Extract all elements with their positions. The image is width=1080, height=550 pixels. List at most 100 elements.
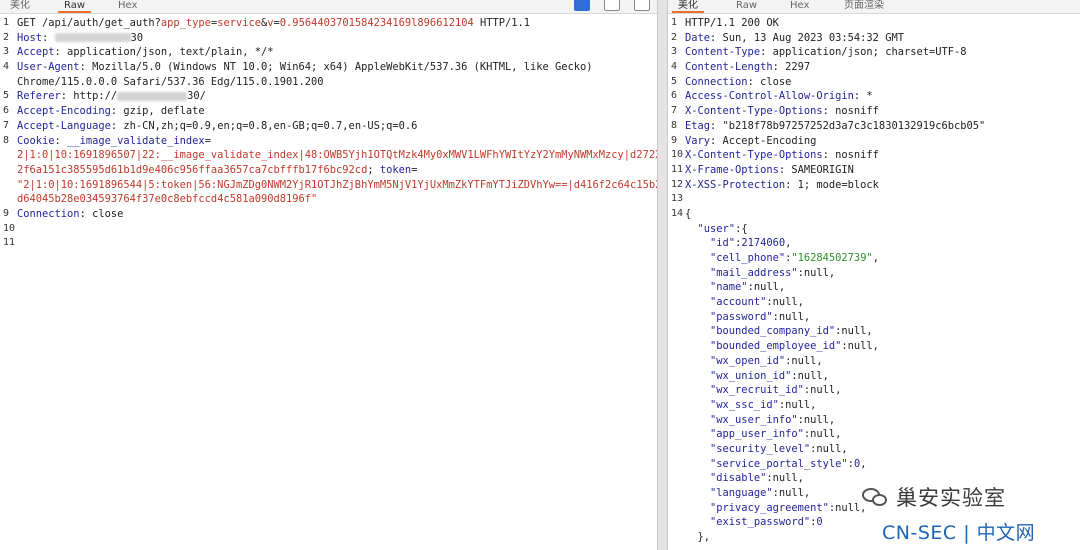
response-line-text: X-Content-Type-Options: nosniff xyxy=(685,105,879,118)
response-editor[interactable]: 1 HTTP/1.1 200 OK 2 Date: Sun, 13 Aug 2023 … xyxy=(668,16,1080,550)
line-number: 5 xyxy=(671,75,678,87)
watermark-title: 巢安实验室 xyxy=(896,486,1006,510)
line-number: 1 xyxy=(671,17,678,28)
request-line-text: 2|1:0|10:1691896507|22:__image_validate_… xyxy=(17,149,657,162)
request-panel: 美化 Raw Hex 1 GET /api/auth/get_auth?app_t… xyxy=(0,0,657,550)
response-line: 12 X-XSS-Protection: 1; mode=block xyxy=(668,178,1080,193)
request-line-text: d64045b28e034593764f37e0c8ebfccd4c581a09… xyxy=(17,193,318,206)
line-number: 6 xyxy=(671,90,678,102)
response-line-text: Etag: "b218f78b97257252d3a7c3c1830132919… xyxy=(685,119,986,132)
panel-divider[interactable] xyxy=(657,0,668,550)
response-line-text: "exist_password":0 xyxy=(710,516,823,529)
response-line: "wx_user_info":null, xyxy=(668,413,1080,428)
response-tab-render[interactable]: 页面渲染 xyxy=(838,0,890,13)
request-line-text: 2f6a151c385595d61b1d9e406c956ffaa3657ca7… xyxy=(17,163,418,176)
response-line: 5 Connection: close xyxy=(668,75,1080,90)
response-panel: 美化 Raw Hex 页面渲染 1 HTTP/1.1 200 OK 2 Date: S… xyxy=(668,0,1080,550)
response-line-text: "mail_address":null, xyxy=(710,266,836,279)
response-line: "password":null, xyxy=(668,310,1080,325)
request-editor[interactable]: 1 GET /api/auth/get_auth?app_type=service… xyxy=(0,16,657,550)
request-line-text: Connection: close xyxy=(17,207,124,220)
line-number: 8 xyxy=(671,119,678,131)
response-line-text: "account":null, xyxy=(710,296,804,309)
response-line-text: "service_portal_style":0, xyxy=(710,457,867,470)
request-line-text: User-Agent: Mozilla/5.0 (Windows NT 10.0… xyxy=(17,61,593,74)
line-number: 6 xyxy=(3,105,10,117)
wechat-icon xyxy=(862,486,890,508)
line-number: 12 xyxy=(671,178,684,190)
response-line-text: "disable":null, xyxy=(710,472,804,485)
request-line: 1 GET /api/auth/get_auth?app_type=service… xyxy=(0,16,657,31)
request-line-text: Host: 30 xyxy=(17,31,144,44)
response-line: 2 Date: Sun, 13 Aug 2023 03:54:32 GMT xyxy=(668,31,1080,46)
response-line-text: Connection: close xyxy=(685,75,792,88)
request-line-text: Accept-Encoding: gzip, deflate xyxy=(17,105,205,118)
response-line-text: "bounded_company_id":null, xyxy=(710,325,873,338)
response-line-text: "wx_union_id":null, xyxy=(710,369,829,382)
response-line: "wx_recruit_id":null, xyxy=(668,383,1080,398)
response-line: 3 Content-Type: application/json; charset… xyxy=(668,45,1080,60)
line-number: 4 xyxy=(671,61,678,73)
response-line: 9 Vary: Accept-Encoding xyxy=(668,134,1080,149)
response-line: 10 X-Content-Type-Options: nosniff xyxy=(668,148,1080,163)
response-line: "account":null, xyxy=(668,295,1080,310)
line-number: 3 xyxy=(671,46,678,58)
request-line-text: Accept: application/json, text/plain, */… xyxy=(17,46,274,59)
response-line: 14{ xyxy=(668,207,1080,222)
request-line: 2 Host: 30 xyxy=(0,31,657,46)
response-line-text: "user":{ xyxy=(697,222,748,235)
line-number: 9 xyxy=(671,134,678,146)
response-line-text: }, xyxy=(685,531,711,544)
response-tab-pretty[interactable]: 美化 xyxy=(672,0,704,13)
line-number: 2 xyxy=(671,31,678,43)
wrap-toggle-icon[interactable] xyxy=(574,0,590,11)
response-line-text: { xyxy=(685,207,692,220)
request-line: "2|1:0|10:1691896544|5:token|56:NGJmZDg0… xyxy=(0,178,657,193)
request-tab-hex[interactable]: Hex xyxy=(112,0,143,13)
response-line-text: Access-Control-Allow-Origin: * xyxy=(685,90,873,103)
response-line: "security_level":null, xyxy=(668,442,1080,457)
line-number: 11 xyxy=(3,237,16,249)
line-number: 1 xyxy=(3,17,10,28)
request-line: 6 Accept-Encoding: gzip, deflate xyxy=(0,104,657,119)
request-tabbar: 美化 Raw Hex xyxy=(0,0,657,14)
newline-toggle-icon[interactable] xyxy=(604,0,620,11)
response-line: 11 X-Frame-Options: SAMEORIGIN xyxy=(668,163,1080,178)
response-line: 13 xyxy=(668,192,1080,207)
request-line: Chrome/115.0.0.0 Safari/537.36 Edg/115.0… xyxy=(0,75,657,90)
request-line-text: Referer: http://30/ xyxy=(17,90,206,103)
request-line-text: Chrome/115.0.0.0 Safari/537.36 Edg/115.0… xyxy=(17,75,324,88)
line-number: 10 xyxy=(671,149,684,161)
response-line-text: "wx_user_info":null, xyxy=(710,413,836,426)
menu-icon[interactable] xyxy=(634,0,650,11)
response-line-text: "wx_recruit_id":null, xyxy=(710,384,842,397)
request-line-text: "2|1:0|10:1691896544|5:token|56:NGJmZDg0… xyxy=(17,178,657,191)
response-line-text: "password":null, xyxy=(710,310,811,323)
response-line: "cell_phone":"16284502739", xyxy=(668,251,1080,266)
response-line: "app_user_info":null, xyxy=(668,427,1080,442)
request-tab-raw[interactable]: Raw xyxy=(58,0,92,13)
response-line-text: X-XSS-Protection: 1; mode=block xyxy=(685,178,879,191)
response-line: "service_portal_style":0, xyxy=(668,457,1080,472)
line-number: 11 xyxy=(671,163,684,175)
response-tab-hex[interactable]: Hex xyxy=(784,0,815,13)
response-line: 6 Access-Control-Allow-Origin: * xyxy=(668,89,1080,104)
line-number: 13 xyxy=(671,193,684,205)
line-number: 10 xyxy=(3,222,16,234)
response-line-text: "security_level":null, xyxy=(710,442,848,455)
response-line-text: "bounded_employee_id":null, xyxy=(710,340,879,353)
response-tab-raw[interactable]: Raw xyxy=(730,0,763,13)
request-line-text: Accept-Language: zh-CN,zh;q=0.9,en;q=0.8… xyxy=(17,119,418,132)
request-line: 10 xyxy=(0,222,657,237)
response-line: "bounded_company_id":null, xyxy=(668,324,1080,339)
request-line-text: Cookie: __image_validate_index= xyxy=(17,134,211,147)
response-line-text: Date: Sun, 13 Aug 2023 03:54:32 GMT xyxy=(685,31,904,44)
response-line-text: Content-Type: application/json; charset=… xyxy=(685,46,967,59)
response-line: "wx_union_id":null, xyxy=(668,369,1080,384)
line-number: 8 xyxy=(3,134,10,146)
request-tab-pretty[interactable]: 美化 xyxy=(4,0,36,13)
request-line: 9 Connection: close xyxy=(0,207,657,222)
response-line-text: Vary: Accept-Encoding xyxy=(685,134,817,147)
request-line: 5 Referer: http://30/ xyxy=(0,89,657,104)
response-line: "wx_ssc_id":null, xyxy=(668,398,1080,413)
